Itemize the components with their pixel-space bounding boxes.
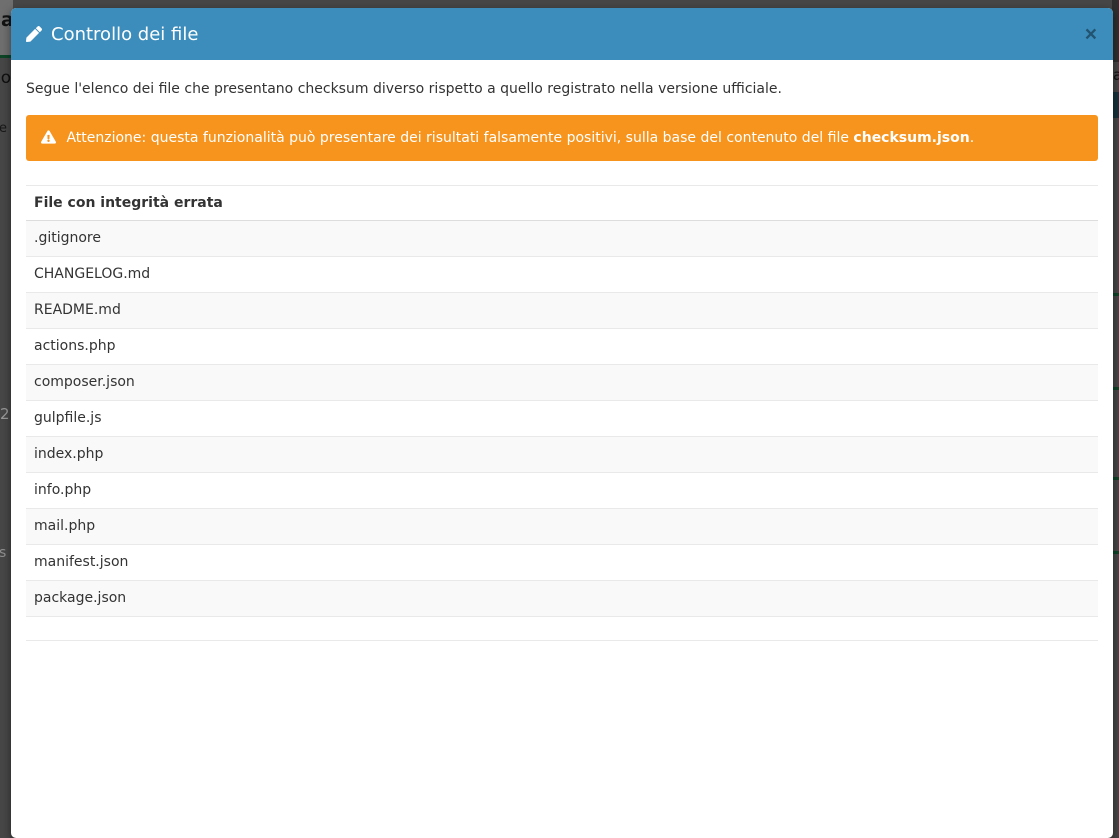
- modal-header: Controllo dei file ×: [11, 8, 1113, 60]
- pencil-icon: [26, 26, 42, 42]
- table-row: gulpfile.js: [26, 401, 1098, 437]
- file-name-cell: actions.php: [26, 329, 1098, 365]
- background-panel-fragment: [1112, 92, 1119, 118]
- table-header-cell: File con integrità errata: [26, 186, 1098, 221]
- modal-title: Controllo dei file: [26, 24, 198, 45]
- alert-text-before: Attenzione: questa funzionalità può pres…: [66, 130, 853, 146]
- table-row-partial: [26, 617, 1098, 641]
- file-name-cell: mail.php: [26, 509, 1098, 545]
- table-row: index.php: [26, 437, 1098, 473]
- background-divider: [1113, 551, 1119, 554]
- background-text-fragment: a: [1113, 66, 1119, 84]
- background-text-fragment: s: [0, 545, 6, 561]
- intro-text: Segue l'elenco dei file che presentano c…: [26, 80, 1098, 99]
- close-icon[interactable]: ×: [1084, 24, 1098, 45]
- table-row: actions.php: [26, 329, 1098, 365]
- file-name-cell: package.json: [26, 581, 1098, 617]
- table-row: info.php: [26, 473, 1098, 509]
- file-name-cell: CHANGELOG.md: [26, 257, 1098, 293]
- background-patch: [1112, 0, 1119, 62]
- modal-title-text: Controllo dei file: [51, 24, 198, 45]
- alert-text-after: .: [970, 130, 974, 146]
- file-name-cell: index.php: [26, 437, 1098, 473]
- bad-integrity-file-table: File con integrità errata .gitignore CHA…: [26, 185, 1098, 641]
- table-header-row: File con integrità errata: [26, 186, 1098, 221]
- background-text-fragment: e: [0, 121, 7, 136]
- file-name-cell: README.md: [26, 293, 1098, 329]
- warning-alert: Attenzione: questa funzionalità può pres…: [26, 115, 1098, 161]
- background-divider: [1113, 293, 1119, 296]
- table-row: package.json: [26, 581, 1098, 617]
- file-name-cell: gulpfile.js: [26, 401, 1098, 437]
- file-name-cell: manifest.json: [26, 545, 1098, 581]
- table-row: README.md: [26, 293, 1098, 329]
- table-row: CHANGELOG.md: [26, 257, 1098, 293]
- background-divider: [1113, 387, 1119, 390]
- modal-body: Segue l'elenco dei file che presentano c…: [11, 60, 1113, 656]
- background-text-fragment: io: [0, 68, 11, 88]
- table-row: manifest.json: [26, 545, 1098, 581]
- table-row: composer.json: [26, 365, 1098, 401]
- page: { "background": { "fragments": ["a", "io…: [0, 0, 1119, 614]
- file-name-cell: info.php: [26, 473, 1098, 509]
- background-divider: [1113, 477, 1119, 480]
- background-text-fragment: 2: [0, 405, 10, 423]
- file-check-modal: Controllo dei file × Segue l'elenco dei …: [11, 8, 1113, 838]
- file-name-cell: .gitignore: [26, 221, 1098, 257]
- file-name-cell: composer.json: [26, 365, 1098, 401]
- table-row: mail.php: [26, 509, 1098, 545]
- warning-triangle-icon: [41, 130, 66, 146]
- file-name-cell: [26, 617, 1098, 641]
- table-row: .gitignore: [26, 221, 1098, 257]
- alert-file-name: checksum.json: [853, 130, 969, 146]
